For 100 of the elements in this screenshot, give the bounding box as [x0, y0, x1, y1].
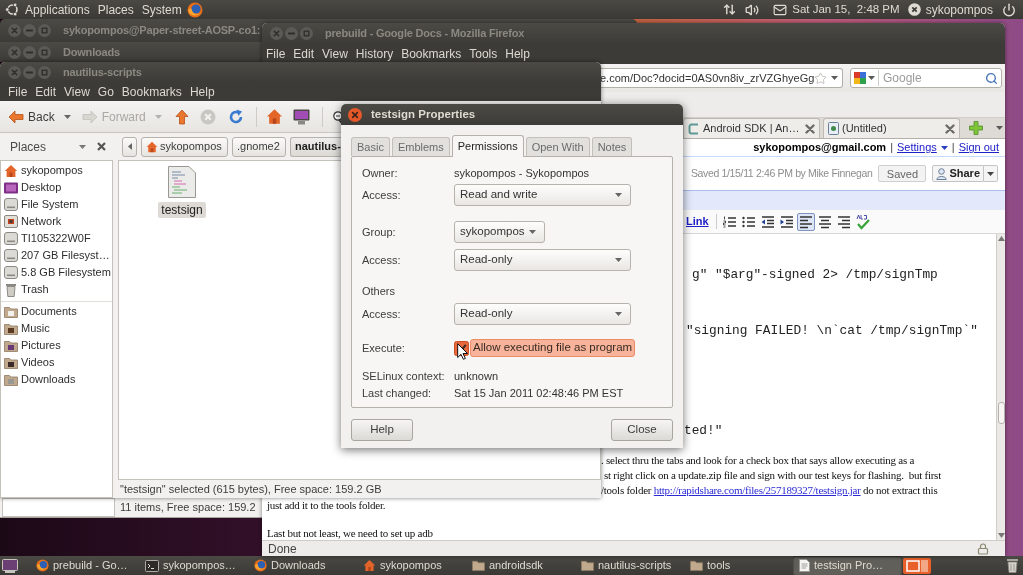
- sidebar-title[interactable]: Places: [10, 137, 47, 156]
- share-menu-button[interactable]: [984, 165, 998, 182]
- sidebar-item[interactable]: Music: [1, 320, 112, 337]
- panel-menu[interactable]: Places: [97, 0, 134, 19]
- dialog-tab[interactable]: Permissions: [451, 135, 524, 157]
- file-name[interactable]: testsign: [158, 202, 206, 218]
- sidebar-item[interactable]: Trash: [1, 281, 112, 298]
- share-button[interactable]: Share: [932, 165, 984, 182]
- dialog-tab[interactable]: Notes: [591, 137, 633, 156]
- dropdown[interactable]: Read-only: [454, 249, 631, 271]
- path-button[interactable]: nautilus-: [290, 136, 341, 157]
- menu-item[interactable]: Tools: [469, 45, 498, 63]
- menu-item[interactable]: Edit: [293, 45, 315, 63]
- dropdown[interactable]: sykopompos: [454, 221, 545, 243]
- menu-item[interactable]: Help: [189, 82, 215, 101]
- dialog-tab[interactable]: Basic: [351, 137, 390, 156]
- menu-item[interactable]: Bookmarks: [401, 45, 462, 63]
- menu-link[interactable]: Settings: [897, 139, 937, 156]
- status-icon[interactable]: [907, 3, 921, 16]
- close-icon[interactable]: [348, 107, 362, 122]
- menu-item[interactable]: View: [64, 82, 90, 101]
- dialog-button[interactable]: Help: [351, 419, 413, 441]
- menu-item[interactable]: View: [322, 45, 348, 63]
- menu-item[interactable]: Bookmarks: [121, 82, 182, 101]
- menu-item[interactable]: Help: [505, 45, 530, 63]
- sidebar-item[interactable]: TI105322W0F: [1, 230, 112, 247]
- reload-icon[interactable]: [227, 108, 244, 125]
- taskbar-item[interactable]: Downloads: [248, 556, 357, 575]
- path-button[interactable]: sykopompos: [141, 136, 228, 157]
- scrollbar[interactable]: [996, 234, 1005, 540]
- trash-icon[interactable]: [1006, 558, 1019, 573]
- sidebar-item[interactable]: sykopompos: [1, 162, 112, 179]
- clock[interactable]: Sat Jan 15, 2:48 PM: [792, 0, 900, 19]
- house-icon[interactable]: [265, 108, 283, 125]
- caret-icon[interactable]: [940, 145, 948, 150]
- dialog-button[interactable]: Close: [611, 419, 673, 441]
- taskbar-item[interactable]: sykopompos: [357, 556, 466, 575]
- plus-icon[interactable]: [969, 121, 983, 135]
- path-scroll-button[interactable]: [122, 136, 137, 157]
- panel-menu[interactable]: System: [141, 0, 182, 19]
- dialog-tab[interactable]: Open With: [525, 137, 590, 156]
- scroll-down-icon[interactable]: [997, 533, 1005, 538]
- caret-icon[interactable]: [63, 114, 71, 119]
- sidebar-item[interactable]: Videos: [1, 354, 112, 371]
- menu-item[interactable]: Go: [97, 82, 114, 101]
- script-file-icon[interactable]: [168, 166, 196, 198]
- logo-icon[interactable]: [5, 2, 20, 17]
- caret-icon[interactable]: [79, 144, 86, 149]
- sidebar-item[interactable]: File System: [1, 196, 112, 213]
- sidebar-item[interactable]: Pictures: [1, 337, 112, 354]
- close-icon[interactable]: [97, 142, 106, 151]
- scrollbar-thumb[interactable]: [997, 402, 1005, 424]
- menu-item[interactable]: File: [266, 45, 286, 63]
- user-name[interactable]: sykopompos: [925, 0, 993, 19]
- search-icon[interactable]: [985, 71, 998, 85]
- volume-icon[interactable]: [745, 2, 760, 17]
- sidebar-item[interactable]: Documents: [1, 303, 112, 320]
- taskbar-item[interactable]: testsign Pro…: [793, 556, 902, 575]
- checkbox-label[interactable]: Allow executing file as program: [470, 339, 636, 357]
- browser-tab[interactable]: Android SDK | An…: [683, 118, 820, 138]
- taskbar-item[interactable]: nautilus-scripts: [575, 556, 684, 575]
- scroll-up-icon[interactable]: [997, 236, 1005, 241]
- url-field[interactable]: e.com/Doc?docid=0AS0vn8iv_zrVZGhyeGg: [600, 68, 843, 88]
- taskbar-item[interactable]: tools: [684, 556, 793, 575]
- caret-icon[interactable]: [996, 126, 1003, 130]
- account-link[interactable]: Sign out: [958, 139, 999, 156]
- caret-icon[interactable]: [831, 76, 839, 80]
- browser-icon[interactable]: [186, 1, 203, 18]
- up-arrow-icon[interactable]: [174, 108, 189, 125]
- menu-item[interactable]: Edit: [35, 82, 57, 101]
- browser-tab[interactable]: (Untitled): [823, 118, 960, 138]
- star-icon[interactable]: [814, 71, 828, 85]
- power-icon[interactable]: [1002, 2, 1016, 17]
- dialog-tab[interactable]: Emblems: [391, 137, 450, 156]
- spellcheck-icon[interactable]: [853, 212, 872, 231]
- sidebar-item[interactable]: 207 GB Filesyst…: [1, 247, 112, 264]
- workspace-switcher-icon[interactable]: [903, 557, 931, 574]
- sidebar-item[interactable]: Network: [1, 213, 112, 230]
- dropdown[interactable]: Read-only: [454, 303, 631, 325]
- close-tab-icon[interactable]: [945, 123, 955, 134]
- menu-item[interactable]: History: [355, 45, 394, 63]
- link-button[interactable]: Link: [686, 213, 709, 230]
- document-link[interactable]: http://rapidshare.com/files/257189327/testsign.jar: [653, 484, 861, 496]
- taskbar-item[interactable]: prebuild - Go…: [30, 556, 139, 575]
- back-button[interactable]: Back: [8, 107, 55, 126]
- sidebar-item[interactable]: Downloads: [1, 371, 112, 388]
- saved-button[interactable]: Saved: [878, 165, 927, 182]
- taskbar-item[interactable]: androidsdk: [466, 556, 575, 575]
- sidebar-item[interactable]: 5.8 GB Filesystem: [1, 264, 112, 281]
- close-tab-icon[interactable]: [805, 123, 816, 134]
- sidebar-item[interactable]: Desktop: [1, 179, 112, 196]
- caret-icon[interactable]: [868, 76, 875, 80]
- show-desktop-icon[interactable]: [2, 558, 18, 573]
- align-left-icon[interactable]: [796, 212, 815, 231]
- panel-menu[interactable]: Applications: [25, 0, 90, 19]
- network-arrows-icon[interactable]: [723, 3, 737, 16]
- path-button[interactable]: .gnome2: [232, 136, 286, 157]
- mail-icon[interactable]: [773, 2, 788, 17]
- dropdown[interactable]: Read and write: [454, 184, 631, 206]
- computer-icon[interactable]: [292, 108, 310, 125]
